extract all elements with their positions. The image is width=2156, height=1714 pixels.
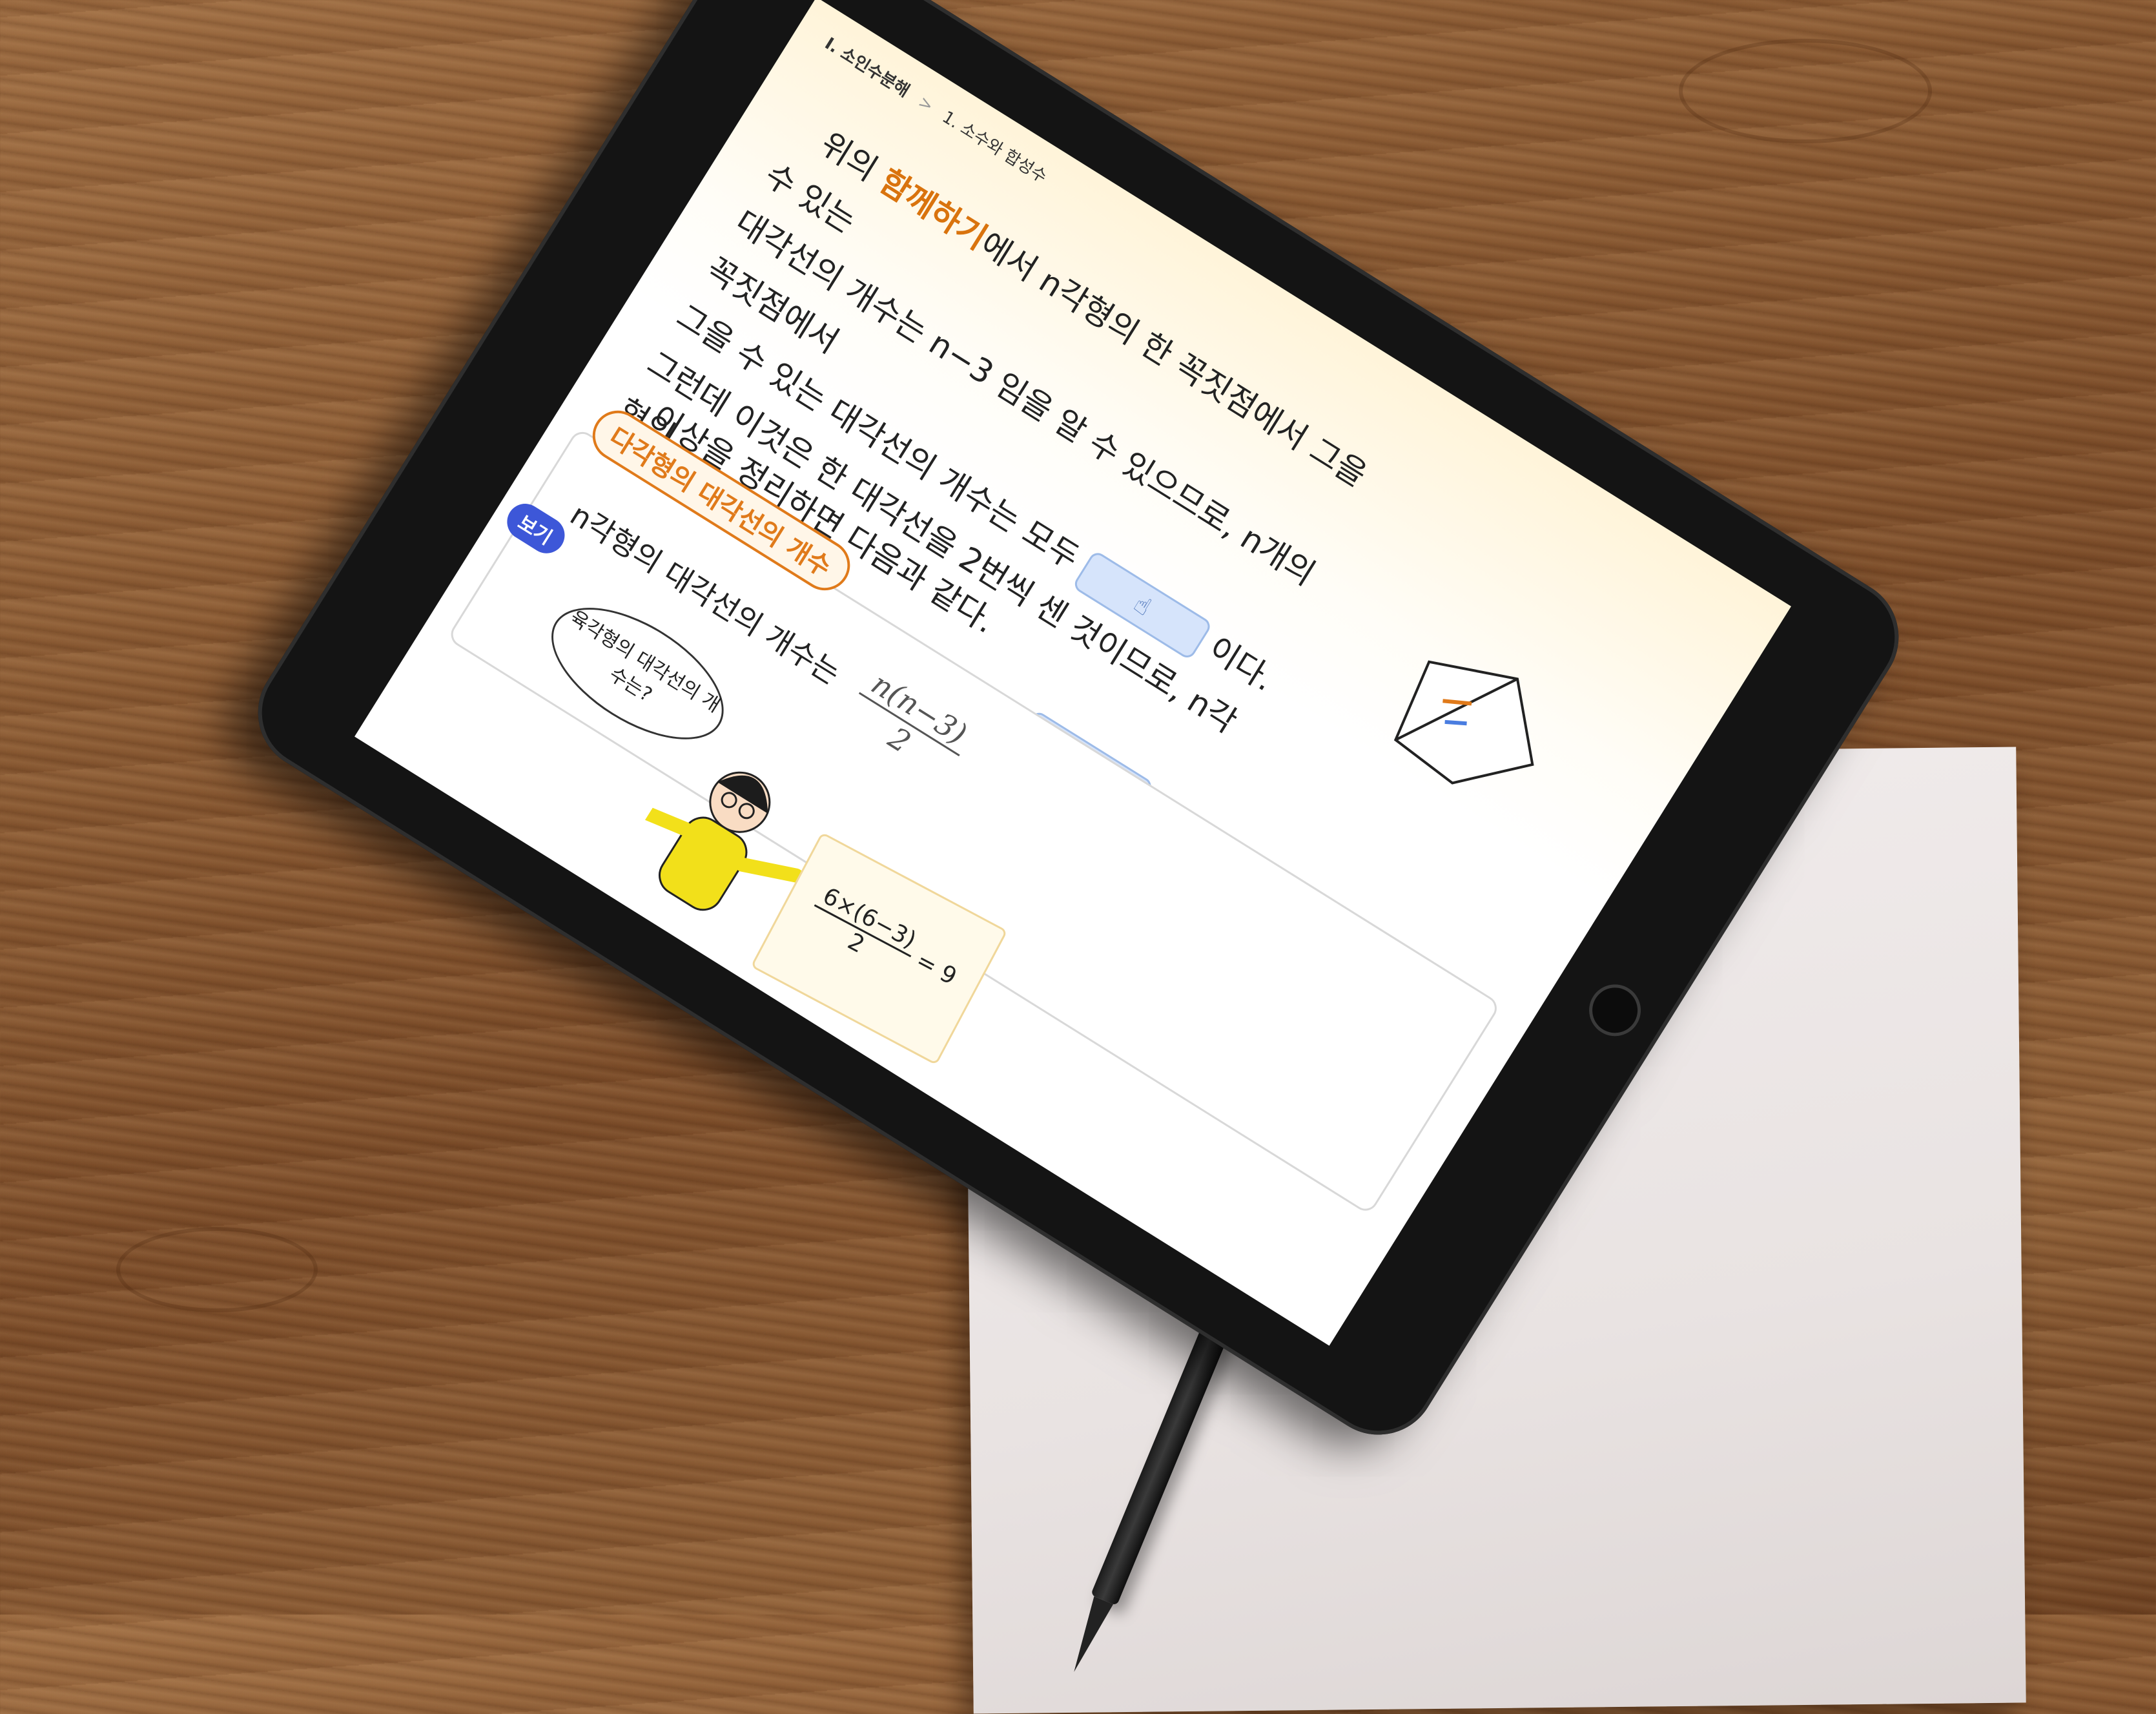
highlight-link[interactable]: 함께하기: [873, 162, 994, 257]
example-equation: 6×(6−3) 2 = 9: [801, 881, 967, 1004]
hand-pointer-icon: ☝: [1129, 589, 1157, 621]
home-button[interactable]: [1579, 975, 1651, 1046]
pentagon-shape: [1393, 660, 1534, 785]
breadcrumb-section[interactable]: 1. 소수와 합성수: [939, 107, 1051, 187]
tablet-screen: I. 소인수분해 > 1. 소수와 합성수 위의 함께하기에서 n각형의 한 꼭…: [354, 0, 1791, 1346]
diagonal-formula: n(n−3) 2: [840, 662, 979, 786]
pentagon-diagram: [1393, 660, 1534, 785]
equation-fraction: 6×(6−3) 2: [801, 881, 924, 980]
wood-knot: [116, 1227, 318, 1312]
breadcrumb-chapter[interactable]: I. 소인수분해: [821, 34, 913, 101]
equation-result: = 9: [911, 947, 961, 991]
chevron-right-icon: >: [914, 92, 937, 116]
wood-knot: [1679, 39, 1932, 143]
